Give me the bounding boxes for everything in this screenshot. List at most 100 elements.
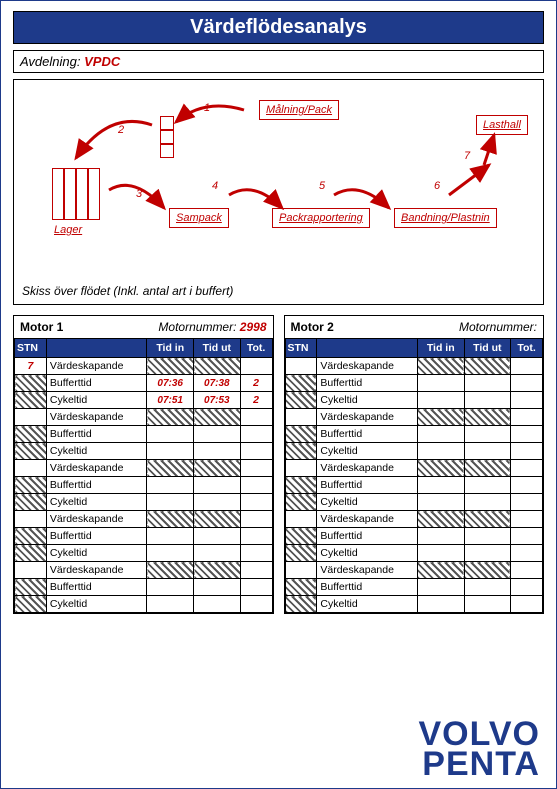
col-tut: Tid ut [464,339,511,358]
cell-tot [240,511,272,528]
cell-label: Cykeltid [317,596,418,613]
col-blank [46,339,147,358]
cell-stn [285,426,317,443]
cell-tot [240,358,272,375]
cell-tot [511,375,543,392]
cell-label: Cykeltid [46,494,147,511]
cell-tut [194,545,241,562]
cell-label: Cykeltid [317,494,418,511]
col-stn: STN [285,339,317,358]
department-value: VPDC [84,54,120,69]
cell-tin [147,579,194,596]
table-row: Cykeltid [285,494,543,511]
cell-stn [285,511,317,528]
cell-label: Värdeskapande [46,409,147,426]
cell-label: Värdeskapande [317,460,418,477]
cell-tot [511,579,543,596]
table-row: 7Värdeskapande [15,358,273,375]
table-row: Bufferttid07:3607:382 [15,375,273,392]
cell-tin [417,511,464,528]
flow-sketch: Målning/Pack Sampack Packrapportering Ba… [13,79,544,305]
cell-tut [194,358,241,375]
cell-tin [417,358,464,375]
motor2-table: STN Tid in Tid ut Tot. VärdeskapandeBuff… [285,338,544,613]
cell-tot [511,460,543,477]
cell-stn [15,528,47,545]
cell-stn [15,443,47,460]
cell-label: Cykeltid [317,392,418,409]
table-row: Cykeltid [15,443,273,460]
cell-stn [15,477,47,494]
cell-stn [15,426,47,443]
cell-label: Värdeskapande [317,511,418,528]
cell-tot [240,596,272,613]
cell-stn [15,392,47,409]
table-row: Värdeskapande [15,562,273,579]
cell-tut [194,596,241,613]
cell-tut [464,409,511,426]
cell-tut [464,596,511,613]
cell-tut [194,409,241,426]
cell-tin [417,596,464,613]
tables-row: Motor 1 Motornummer: 2998 STN Tid in Tid… [13,315,544,614]
cell-label: Bufferttid [46,477,147,494]
arrow-num-5: 5 [319,180,325,192]
table-row: Cykeltid [15,494,273,511]
cell-tut [194,494,241,511]
table-row: Värdeskapande [15,460,273,477]
cell-stn [15,460,47,477]
motor2-mn-label: Motornummer: [459,320,537,334]
cell-stn [285,494,317,511]
arrow-num-6: 6 [434,180,440,192]
cell-tin [147,562,194,579]
flow-lager-label: Lager [54,224,82,236]
cell-tin [147,443,194,460]
cell-tot [511,409,543,426]
cell-label: Värdeskapande [46,460,147,477]
cell-stn [285,528,317,545]
cell-tut [464,511,511,528]
table-row: Bufferttid [15,579,273,596]
cell-stn [285,409,317,426]
cell-label: Bufferttid [46,426,147,443]
table-row: Bufferttid [285,426,543,443]
cell-tot [240,562,272,579]
flow-node-lasthall: Lasthall [476,115,528,135]
motor1-table: STN Tid in Tid ut Tot. 7VärdeskapandeBuf… [14,338,273,613]
col-stn: STN [15,339,47,358]
cell-tin [417,443,464,460]
cell-stn [285,596,317,613]
table-row: Bufferttid [15,426,273,443]
cell-stn [15,579,47,596]
arrow-num-4: 4 [212,180,218,192]
cell-tin [147,494,194,511]
cell-tot [240,409,272,426]
motor2-header: Motor 2 Motornummer: [285,316,544,338]
cell-tot: 2 [240,375,272,392]
cell-tin [417,494,464,511]
cell-tut [464,494,511,511]
arrow-num-3: 3 [136,188,142,200]
flow-node-sampack: Sampack [169,208,229,228]
cell-label: Bufferttid [317,579,418,596]
cell-tut [464,426,511,443]
cell-stn [285,358,317,375]
cell-tin [147,596,194,613]
cell-stn: 7 [15,358,47,375]
table-row: Värdeskapande [285,460,543,477]
cell-tin [417,528,464,545]
cell-stn [285,477,317,494]
table-row: Cykeltid [15,596,273,613]
motor2-title: Motor 2 [291,320,334,334]
cell-stn [15,545,47,562]
cell-tin [147,358,194,375]
cell-label: Bufferttid [317,477,418,494]
cell-tot [511,511,543,528]
cell-stn [15,511,47,528]
cell-tut [464,545,511,562]
cell-label: Cykeltid [46,392,147,409]
cell-stn [15,494,47,511]
motor2-mn: Motornummer: [459,320,537,334]
cell-tot [511,528,543,545]
cell-label: Cykeltid [46,596,147,613]
